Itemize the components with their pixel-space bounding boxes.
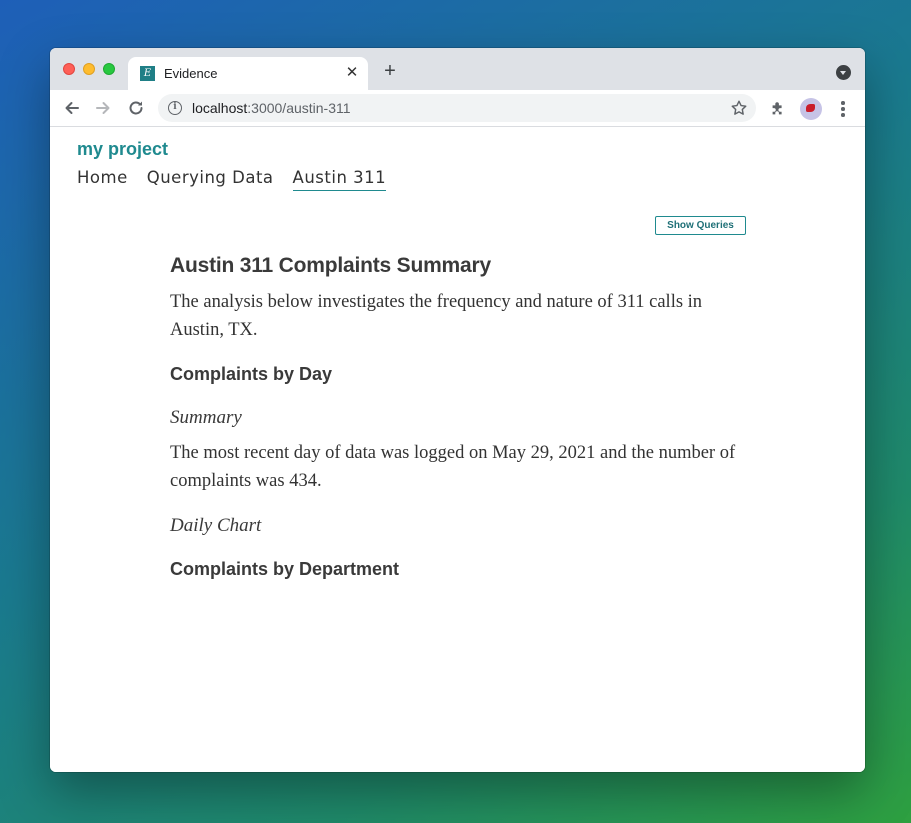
tab-search-icon[interactable] bbox=[836, 65, 851, 80]
summary-heading: Summary bbox=[170, 407, 242, 428]
show-queries-button[interactable]: Show Queries bbox=[655, 216, 746, 235]
browser-toolbar: i localhost:3000/austin-311 bbox=[50, 90, 865, 127]
summary-paragraph: The most recent day of data was logged o… bbox=[170, 443, 736, 491]
reload-icon[interactable] bbox=[126, 98, 146, 118]
section-heading-complaints-by-department: Complaints by Department bbox=[170, 559, 400, 579]
browser-menu-icon[interactable] bbox=[836, 99, 850, 119]
evidence-favicon-icon: E bbox=[140, 66, 155, 81]
profile-avatar[interactable] bbox=[800, 98, 822, 120]
nav-querying-data[interactable]: Querying Data bbox=[147, 168, 274, 191]
back-arrow-icon[interactable] bbox=[62, 98, 82, 118]
article: Austin 311 Complaints Summary The analys… bbox=[170, 254, 750, 602]
daily-chart-heading: Daily Chart bbox=[170, 515, 262, 536]
window-close-button[interactable] bbox=[63, 63, 75, 75]
bookmark-star-icon[interactable] bbox=[730, 99, 748, 117]
site-info-icon[interactable]: i bbox=[168, 101, 182, 115]
new-tab-button[interactable]: + bbox=[380, 61, 400, 81]
page-content: my project Home Querying Data Austin 311… bbox=[50, 127, 865, 772]
page-title: Austin 311 Complaints Summary bbox=[170, 254, 491, 277]
tab-title: Evidence bbox=[164, 66, 218, 81]
window-minimize-button[interactable] bbox=[83, 63, 95, 75]
url-path: :3000/austin-311 bbox=[247, 100, 351, 116]
tab-evidence[interactable]: E Evidence ✕ bbox=[128, 57, 368, 90]
nav-home[interactable]: Home bbox=[77, 168, 128, 191]
extensions-puzzle-icon[interactable] bbox=[769, 100, 787, 118]
forward-arrow-icon[interactable] bbox=[93, 98, 113, 118]
tab-close-icon[interactable]: ✕ bbox=[344, 65, 360, 81]
browser-window: E Evidence ✕ + i localhost:3000/austin-3… bbox=[50, 48, 865, 772]
nav-austin-311[interactable]: Austin 311 bbox=[292, 168, 387, 191]
site-brand[interactable]: my project bbox=[77, 139, 168, 160]
url-host: localhost bbox=[192, 100, 248, 116]
section-heading-complaints-by-day: Complaints by Day bbox=[170, 364, 333, 384]
window-maximize-button[interactable] bbox=[103, 63, 115, 75]
address-bar[interactable]: i localhost:3000/austin-311 bbox=[158, 94, 756, 122]
tab-strip: E Evidence ✕ + bbox=[50, 48, 865, 90]
intro-paragraph: The analysis below investigates the freq… bbox=[170, 292, 703, 340]
url-text[interactable]: localhost:3000/austin-311 bbox=[192, 100, 351, 116]
site-nav: Home Querying Data Austin 311 bbox=[77, 168, 405, 191]
